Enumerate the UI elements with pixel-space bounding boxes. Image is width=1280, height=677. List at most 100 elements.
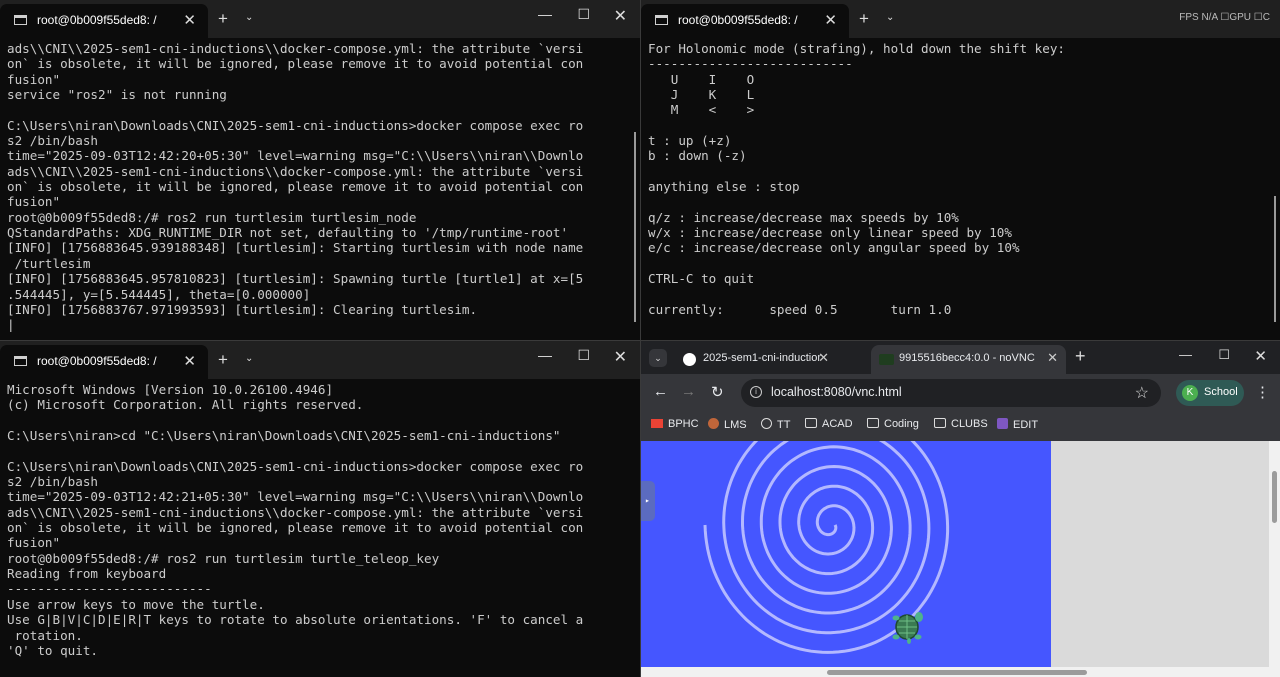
- terminal-output[interactable]: Microsoft Windows [Version 10.0.26100.49…: [7, 382, 628, 658]
- terminal-line: .544445], y=[5.544445], theta=[0.000000]: [7, 286, 311, 302]
- terminal-tab[interactable]: root@0b009f55ded8: / ✕: [641, 4, 849, 38]
- terminal-line: rotation.: [7, 627, 83, 643]
- terminal-line: QStandardPaths: XDG_RUNTIME_DIR not set,…: [7, 225, 569, 241]
- terminal-scrollbar[interactable]: [634, 132, 636, 322]
- bookmark-folder-clubs[interactable]: CLUBS: [934, 418, 988, 430]
- close-tab-icon[interactable]: ✕: [824, 11, 837, 29]
- chevron-down-icon[interactable]: ⌄: [245, 12, 253, 23]
- turtle-icon: [892, 612, 923, 644]
- tab-search-button[interactable]: ⌄: [649, 349, 667, 367]
- bookmark-lms[interactable]: LMS: [708, 418, 747, 431]
- novnc-viewport[interactable]: ▸: [641, 441, 1280, 677]
- scrollbar-thumb[interactable]: [1272, 471, 1277, 523]
- close-tab-icon[interactable]: ✕: [1047, 350, 1058, 366]
- terminal-line: currently: speed 0.5 turn 1.0: [648, 301, 952, 317]
- browser-window[interactable]: ⌄ 2025-sem1-cni-inductions/src/ ✕ 991551…: [641, 341, 1280, 677]
- chevron-down-icon[interactable]: ⌄: [245, 353, 253, 364]
- browser-tab-github[interactable]: 2025-sem1-cni-inductions/src/ ✕: [675, 345, 865, 374]
- bookmark-star-icon[interactable]: ☆: [1135, 383, 1149, 403]
- terminal-line: Use G|B|V|C|D|E|R|T keys to rotate to ab…: [7, 612, 584, 628]
- turtle-trail-svg: [703, 441, 950, 654]
- browser-tab-novnc[interactable]: 9915516becc4:0.0 - noVNC ✕: [871, 345, 1066, 374]
- minimize-button[interactable]: —: [538, 6, 552, 22]
- maximize-button[interactable]: ☐: [577, 6, 590, 23]
- scrollbar-thumb[interactable]: [827, 670, 1087, 675]
- gpu-label: GPU: [1229, 12, 1252, 23]
- terminal-scrollbar[interactable]: [1274, 196, 1276, 322]
- reload-button[interactable]: ↻: [711, 383, 724, 401]
- terminal-line: s2 /bin/bash: [7, 474, 98, 490]
- terminal-tab[interactable]: root@0b009f55ded8: / ✕: [0, 4, 208, 38]
- new-tab-button[interactable]: +: [859, 9, 869, 29]
- close-tab-icon[interactable]: ✕: [818, 350, 829, 366]
- bookmark-folder-acad[interactable]: ACAD: [805, 418, 853, 430]
- bookmark-label: Coding: [884, 418, 919, 430]
- terminal-tab[interactable]: root@0b009f55ded8: / ✕: [0, 345, 208, 379]
- terminal-line: Reading from keyboard: [7, 566, 167, 582]
- novnc-control-bar-handle[interactable]: ▸: [641, 481, 655, 521]
- profile-button[interactable]: K School: [1176, 380, 1244, 406]
- terminal-output[interactable]: ads\\CNI\\2025-sem1-cni-inductions\\dock…: [7, 41, 628, 333]
- bookmark-bphc[interactable]: BPHC: [651, 418, 699, 430]
- maximize-button[interactable]: ☐: [1218, 347, 1230, 363]
- minimize-button[interactable]: —: [538, 347, 552, 363]
- performance-overlay: FPS N/A ☐GPU ☐C: [1179, 12, 1270, 23]
- browser-tab-label: 2025-sem1-cni-inductions/src/: [703, 352, 821, 364]
- terminal-window-bottom-left[interactable]: root@0b009f55ded8: / ✕ + ⌄ — ☐ ✕ Microso…: [0, 341, 640, 677]
- bookmarks-bar: BPHC LMS TT ACAD Coding CLUBS EDIT: [641, 412, 1280, 441]
- close-window-button[interactable]: ✕: [614, 6, 627, 26]
- bookmark-label: LMS: [724, 419, 747, 431]
- terminal-line: [INFO] [1756883645.939188348] [turtlesim…: [7, 240, 584, 256]
- terminal-line: fusion": [7, 535, 61, 551]
- terminal-line: Microsoft Windows [Version 10.0.26100.49…: [7, 382, 334, 397]
- terminal-icon: [14, 356, 27, 366]
- terminal-icon: [655, 15, 668, 25]
- chevron-down-icon[interactable]: ⌄: [886, 12, 894, 23]
- terminal-line: root@0b009f55ded8:/# ros2 run turtlesim …: [7, 550, 440, 566]
- terminal-line: b : down (-z): [648, 148, 747, 164]
- terminal-line: time="2025-09-03T12:42:21+05:30" level=w…: [7, 489, 584, 505]
- site-info-icon[interactable]: i: [750, 386, 762, 398]
- menu-icon[interactable]: ⋮: [1255, 383, 1270, 401]
- new-tab-button[interactable]: +: [218, 9, 228, 29]
- bookmark-folder-coding[interactable]: Coding: [867, 418, 919, 430]
- new-tab-button[interactable]: +: [1075, 346, 1086, 367]
- close-window-button[interactable]: ✕: [1254, 347, 1267, 365]
- cpu-label: C: [1262, 12, 1270, 23]
- close-tab-icon[interactable]: ✕: [183, 11, 196, 29]
- back-button[interactable]: ←: [653, 383, 668, 400]
- folder-icon: [805, 418, 817, 428]
- close-tab-icon[interactable]: ✕: [183, 352, 196, 370]
- address-bar[interactable]: i localhost:8080/vnc.html ☆: [741, 379, 1161, 407]
- bookmark-edit[interactable]: EDIT: [997, 418, 1038, 431]
- terminal-title-bar: root@0b009f55ded8: / ✕ + ⌄ — ☐ ✕: [0, 341, 640, 379]
- terminal-title-bar: root@0b009f55ded8: / ✕ + ⌄ — ☐ ✕: [0, 0, 640, 38]
- browser-tab-strip: ⌄ 2025-sem1-cni-inductions/src/ ✕ 991551…: [641, 341, 1280, 374]
- terminal-line: C:\Users\niran>cd "C:\Users\niran\Downlo…: [7, 428, 561, 444]
- terminal-tab-label: root@0b009f55ded8: /: [678, 13, 798, 27]
- bookmark-tt[interactable]: TT: [761, 418, 790, 431]
- bookmark-label: ACAD: [822, 418, 853, 430]
- terminal-line: ---------------------------: [7, 581, 212, 597]
- terminal-line: U I O: [648, 71, 755, 87]
- close-window-button[interactable]: ✕: [614, 347, 627, 367]
- novnc-icon: [879, 354, 894, 365]
- browser-tab-label: 9915516becc4:0.0 - noVNC: [899, 352, 1035, 364]
- bookmark-label: BPHC: [668, 418, 699, 430]
- turtlesim-canvas[interactable]: ▸: [641, 441, 1051, 667]
- maximize-button[interactable]: ☐: [577, 347, 590, 364]
- terminal-window-top-right[interactable]: root@0b009f55ded8: / ✕ + ⌄ FPS N/A ☐GPU …: [641, 0, 1280, 340]
- terminal-line: ads\\CNI\\2025-sem1-cni-inductions\\dock…: [7, 163, 584, 179]
- horizontal-scrollbar[interactable]: [641, 667, 1280, 677]
- terminal-line: on` is obsolete, it will be ignored, ple…: [7, 56, 584, 72]
- chevron-right-icon: ▸: [645, 496, 650, 505]
- terminal-output[interactable]: For Holonomic mode (strafing), hold down…: [648, 41, 1268, 317]
- forward-button[interactable]: →: [681, 383, 696, 400]
- terminal-window-top-left[interactable]: root@0b009f55ded8: / ✕ + ⌄ — ☐ ✕ ads\\CN…: [0, 0, 640, 340]
- vertical-scrollbar[interactable]: [1269, 441, 1280, 667]
- minimize-button[interactable]: —: [1179, 347, 1192, 362]
- terminal-line: fusion": [7, 71, 61, 87]
- list-icon: [997, 418, 1008, 429]
- terminal-icon: [14, 15, 27, 25]
- new-tab-button[interactable]: +: [218, 350, 228, 370]
